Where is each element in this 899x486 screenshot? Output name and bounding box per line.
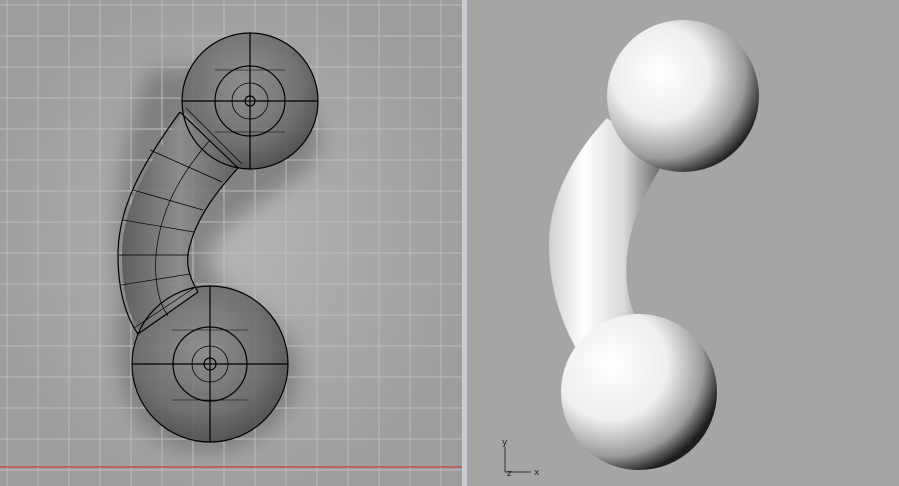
axis-y-label: y bbox=[502, 438, 508, 448]
shaded-model bbox=[549, 20, 759, 470]
axis-x-label: x bbox=[534, 468, 540, 478]
top-viewport-canvas[interactable] bbox=[0, 0, 462, 486]
perspective-viewport[interactable]: y z x bbox=[467, 0, 899, 486]
top-viewport[interactable] bbox=[0, 0, 462, 486]
axis-z-label: z bbox=[507, 469, 512, 479]
perspective-viewport-canvas[interactable]: y z x bbox=[467, 0, 899, 486]
